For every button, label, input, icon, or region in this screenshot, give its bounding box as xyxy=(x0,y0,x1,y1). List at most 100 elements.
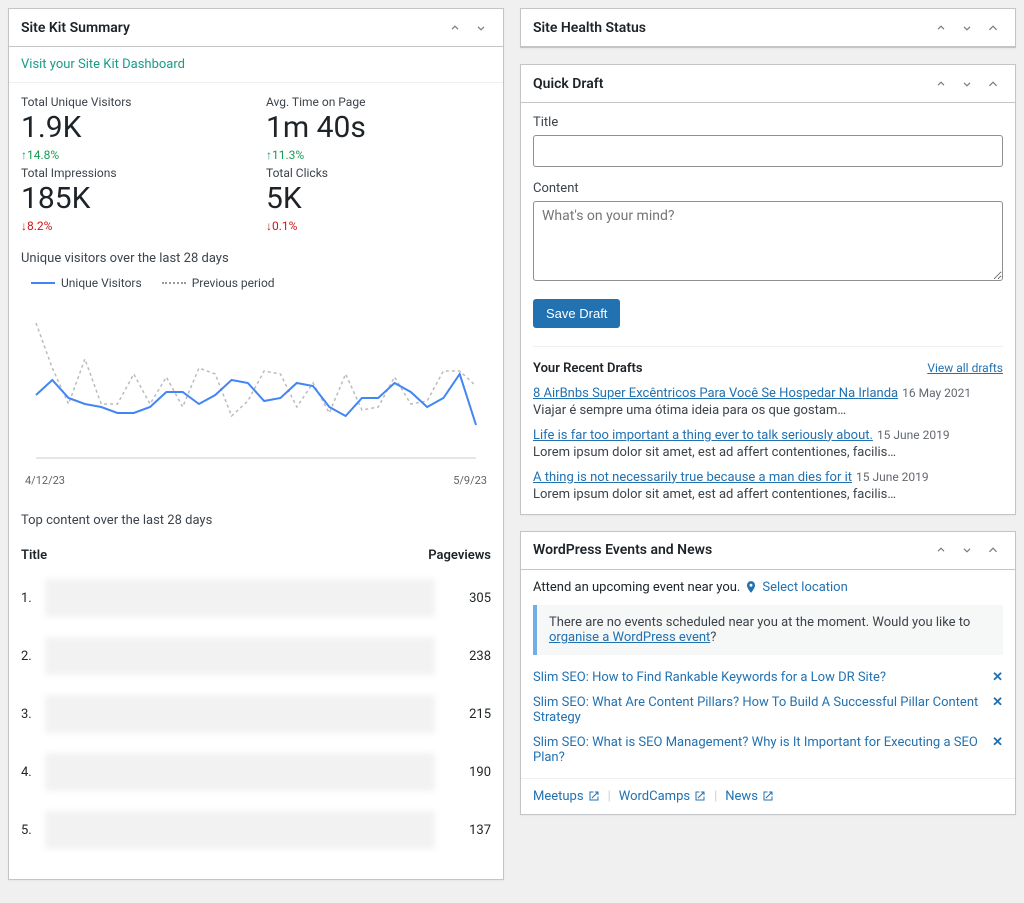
events-footer-links: Meetups | WordCamps | News xyxy=(521,778,1015,814)
sitekit-header: Site Kit Summary xyxy=(9,9,503,47)
line-chart xyxy=(9,298,503,472)
table-row[interactable]: 2. 238 xyxy=(21,627,491,685)
col-title: Title xyxy=(21,548,47,563)
row-title-redacted xyxy=(45,753,435,791)
row-pageviews: 137 xyxy=(441,823,491,838)
move-up-icon[interactable] xyxy=(931,16,951,40)
table-row[interactable]: 5. 137 xyxy=(21,801,491,859)
row-pageviews: 305 xyxy=(441,591,491,606)
draft-date: 15 June 2019 xyxy=(856,470,929,484)
news-item: Slim SEO: How to Find Rankable Keywords … xyxy=(533,665,1003,690)
events-title: WordPress Events and News xyxy=(533,542,712,558)
move-up-icon[interactable] xyxy=(931,72,951,96)
row-title-redacted xyxy=(45,695,435,733)
dismiss-icon[interactable]: ✕ xyxy=(992,695,1003,710)
row-index: 1. xyxy=(21,591,39,606)
quick-draft-title: Quick Draft xyxy=(533,76,603,92)
draft-title-field[interactable] xyxy=(533,135,1003,167)
stat-impressions: Total Impressions 185K ↓8.2% xyxy=(21,166,246,233)
dismiss-icon[interactable]: ✕ xyxy=(992,735,1003,750)
move-down-icon[interactable] xyxy=(957,16,977,40)
move-down-icon[interactable] xyxy=(471,16,491,40)
draft-link[interactable]: A thing is not necessarily true because … xyxy=(533,470,852,485)
draft-link[interactable]: Life is far too important a thing ever t… xyxy=(533,428,873,443)
stat-unique-visitors: Total Unique Visitors 1.9K ↑14.8% xyxy=(21,95,246,162)
stat-change: ↓8.2% xyxy=(21,219,246,233)
site-health-box: Site Health Status xyxy=(520,8,1016,48)
row-title-redacted xyxy=(45,811,435,849)
row-index: 2. xyxy=(21,649,39,664)
stat-value: 1.9K xyxy=(21,111,246,144)
news-item: Slim SEO: What is SEO Management? Why is… xyxy=(533,730,1003,770)
chart-title: Unique visitors over the last 28 days xyxy=(9,239,503,272)
external-link-icon xyxy=(762,790,774,802)
location-pin-icon xyxy=(744,580,758,594)
news-link[interactable]: Slim SEO: What Are Content Pillars? How … xyxy=(533,695,992,725)
stat-value: 185K xyxy=(21,182,246,215)
organise-event-link[interactable]: organise a WordPress event xyxy=(549,630,710,645)
draft-date: 15 June 2019 xyxy=(877,428,950,442)
move-down-icon[interactable] xyxy=(957,538,977,562)
stat-avg-time: Avg. Time on Page 1m 40s ↑11.3% xyxy=(266,95,491,162)
news-item: Slim SEO: What Are Content Pillars? How … xyxy=(533,690,1003,730)
view-all-drafts-link[interactable]: View all drafts xyxy=(927,361,1003,375)
stat-value: 1m 40s xyxy=(266,111,491,144)
row-pageviews: 238 xyxy=(441,649,491,664)
chart-date-start: 4/12/23 xyxy=(25,474,65,487)
col-pageviews: Pageviews xyxy=(428,548,491,563)
move-up-icon[interactable] xyxy=(445,16,465,40)
move-down-icon[interactable] xyxy=(957,72,977,96)
legend-current: Unique Visitors xyxy=(61,276,142,290)
top-content-title: Top content over the last 28 days xyxy=(9,501,503,534)
sitekit-summary-box: Site Kit Summary Visit your Site Kit Das… xyxy=(8,8,504,880)
select-location-link[interactable]: Select location xyxy=(744,580,847,595)
draft-item: 8 AirBnbs Super Excêntricos Para Você Se… xyxy=(533,386,1003,418)
stat-change: ↑14.8% xyxy=(21,148,246,162)
stat-change: ↓0.1% xyxy=(266,219,491,233)
meetups-link[interactable]: Meetups xyxy=(533,789,600,804)
draft-item: Life is far too important a thing ever t… xyxy=(533,428,1003,460)
dismiss-icon[interactable]: ✕ xyxy=(992,670,1003,685)
stats-grid: Total Unique Visitors 1.9K ↑14.8% Avg. T… xyxy=(9,83,503,239)
table-row[interactable]: 4. 190 xyxy=(21,743,491,801)
recent-drafts-header: Your Recent Drafts xyxy=(533,361,643,376)
stat-label: Total Impressions xyxy=(21,166,246,180)
wordcamps-link[interactable]: WordCamps xyxy=(619,789,706,804)
events-news-box: WordPress Events and News Attend an upco… xyxy=(520,531,1016,815)
row-pageviews: 190 xyxy=(441,765,491,780)
draft-excerpt: Viajar é sempre uma ótima ideia para os … xyxy=(533,403,1003,418)
save-draft-button[interactable]: Save Draft xyxy=(533,299,620,328)
row-title-redacted xyxy=(45,579,435,617)
table-row[interactable]: 3. 215 xyxy=(21,685,491,743)
attend-text: Attend an upcoming event near you. xyxy=(533,580,740,595)
draft-title-label: Title xyxy=(533,115,1003,130)
stat-clicks: Total Clicks 5K ↓0.1% xyxy=(266,166,491,233)
toggle-panel-icon[interactable] xyxy=(983,16,1003,40)
news-link[interactable]: Slim SEO: How to Find Rankable Keywords … xyxy=(533,670,992,685)
row-index: 3. xyxy=(21,707,39,722)
row-title-redacted xyxy=(45,637,435,675)
news-link[interactable]: Slim SEO: What is SEO Management? Why is… xyxy=(533,735,992,765)
draft-link[interactable]: 8 AirBnbs Super Excêntricos Para Você Se… xyxy=(533,386,898,401)
toggle-panel-icon[interactable] xyxy=(983,538,1003,562)
no-events-notice: There are no events scheduled near you a… xyxy=(533,605,1003,655)
news-link[interactable]: News xyxy=(725,789,774,804)
draft-item: A thing is not necessarily true because … xyxy=(533,470,1003,502)
stat-label: Total Unique Visitors xyxy=(21,95,246,109)
row-pageviews: 215 xyxy=(441,707,491,722)
row-index: 5. xyxy=(21,823,39,838)
stat-change: ↑11.3% xyxy=(266,148,491,162)
draft-content-label: Content xyxy=(533,181,1003,196)
quick-draft-box: Quick Draft Title Content Save Draft xyxy=(520,64,1016,515)
sitekit-title: Site Kit Summary xyxy=(21,20,130,36)
chart-date-end: 5/9/23 xyxy=(453,474,487,487)
stat-label: Total Clicks xyxy=(266,166,491,180)
sitekit-dashboard-link[interactable]: Visit your Site Kit Dashboard xyxy=(9,47,503,83)
external-link-icon xyxy=(588,790,600,802)
table-row[interactable]: 1. 305 xyxy=(21,569,491,627)
move-up-icon[interactable] xyxy=(931,538,951,562)
site-health-title: Site Health Status xyxy=(533,20,646,36)
toggle-panel-icon[interactable] xyxy=(983,72,1003,96)
row-index: 4. xyxy=(21,765,39,780)
draft-content-field[interactable] xyxy=(533,201,1003,281)
